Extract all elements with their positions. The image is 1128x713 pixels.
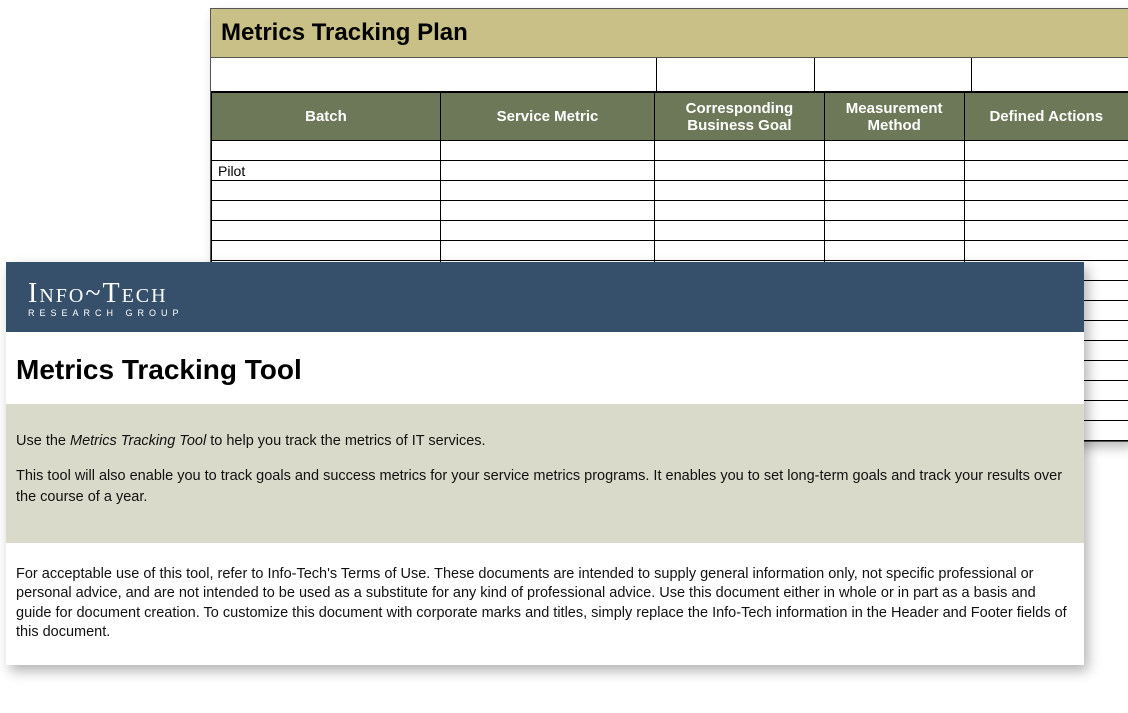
table-cell[interactable] [655,141,825,161]
col-business-goal: Corresponding Business Goal [655,93,825,141]
table-cell[interactable] [824,201,964,221]
table-cell[interactable] [212,201,441,221]
plan-title: Metrics Tracking Plan [211,9,1128,58]
tool-intro-post: to help you track the metrics of IT serv… [210,433,485,449]
table-cell[interactable] [440,241,654,261]
plan-header-row: Batch Service Metric Corresponding Busin… [212,93,1128,141]
col-defined-actions: Defined Actions [964,93,1128,141]
table-cell[interactable] [655,221,825,241]
table-cell[interactable] [440,181,654,201]
tool-intro-name: Metrics Tracking Tool [70,433,206,449]
table-cell[interactable] [212,181,441,201]
table-cell[interactable] [440,161,654,181]
table-cell[interactable] [824,241,964,261]
table-cell[interactable] [824,161,964,181]
table-cell[interactable] [964,241,1128,261]
table-cell[interactable]: Pilot [212,161,441,181]
table-cell[interactable] [964,181,1128,201]
brand-header: Info~Tech RESEARCH GROUP [6,262,1084,332]
tool-title: Metrics Tracking Tool [6,332,1084,404]
col-measurement-method: Measurement Method [824,93,964,141]
table-cell[interactable] [655,161,825,181]
tool-intro-block: Use the Metrics Tracking Tool to help yo… [6,404,1084,543]
table-cell[interactable] [212,141,441,161]
table-cell[interactable] [964,201,1128,221]
table-cell[interactable] [964,141,1128,161]
table-cell[interactable] [212,241,441,261]
table-cell[interactable] [824,141,964,161]
tool-intro-p1: Use the Metrics Tracking Tool to help yo… [16,431,1074,452]
tool-footer-text: For acceptable use of this tool, refer t… [6,543,1084,665]
brand-name: Info~Tech [28,278,1062,310]
table-cell[interactable] [440,141,654,161]
table-cell[interactable] [655,241,825,261]
table-row [212,201,1128,221]
table-row [212,181,1128,201]
brand-subtitle: RESEARCH GROUP [28,308,1062,318]
table-cell[interactable] [824,221,964,241]
table-row [212,221,1128,241]
col-service-metric: Service Metric [440,93,654,141]
tool-intro-pre: Use the [16,433,70,449]
table-cell[interactable] [440,221,654,241]
table-cell[interactable] [655,181,825,201]
table-cell[interactable] [964,221,1128,241]
tool-cover-card: Info~Tech RESEARCH GROUP Metrics Trackin… [6,262,1084,665]
table-row [212,141,1128,161]
table-cell[interactable] [824,181,964,201]
col-batch: Batch [212,93,441,141]
table-cell[interactable] [212,221,441,241]
table-cell[interactable] [655,201,825,221]
plan-blank-row [211,58,1128,92]
table-cell[interactable] [964,161,1128,181]
tool-intro-p2: This tool will also enable you to track … [16,466,1074,508]
table-row: Pilot [212,161,1128,181]
table-row [212,241,1128,261]
table-cell[interactable] [440,201,654,221]
